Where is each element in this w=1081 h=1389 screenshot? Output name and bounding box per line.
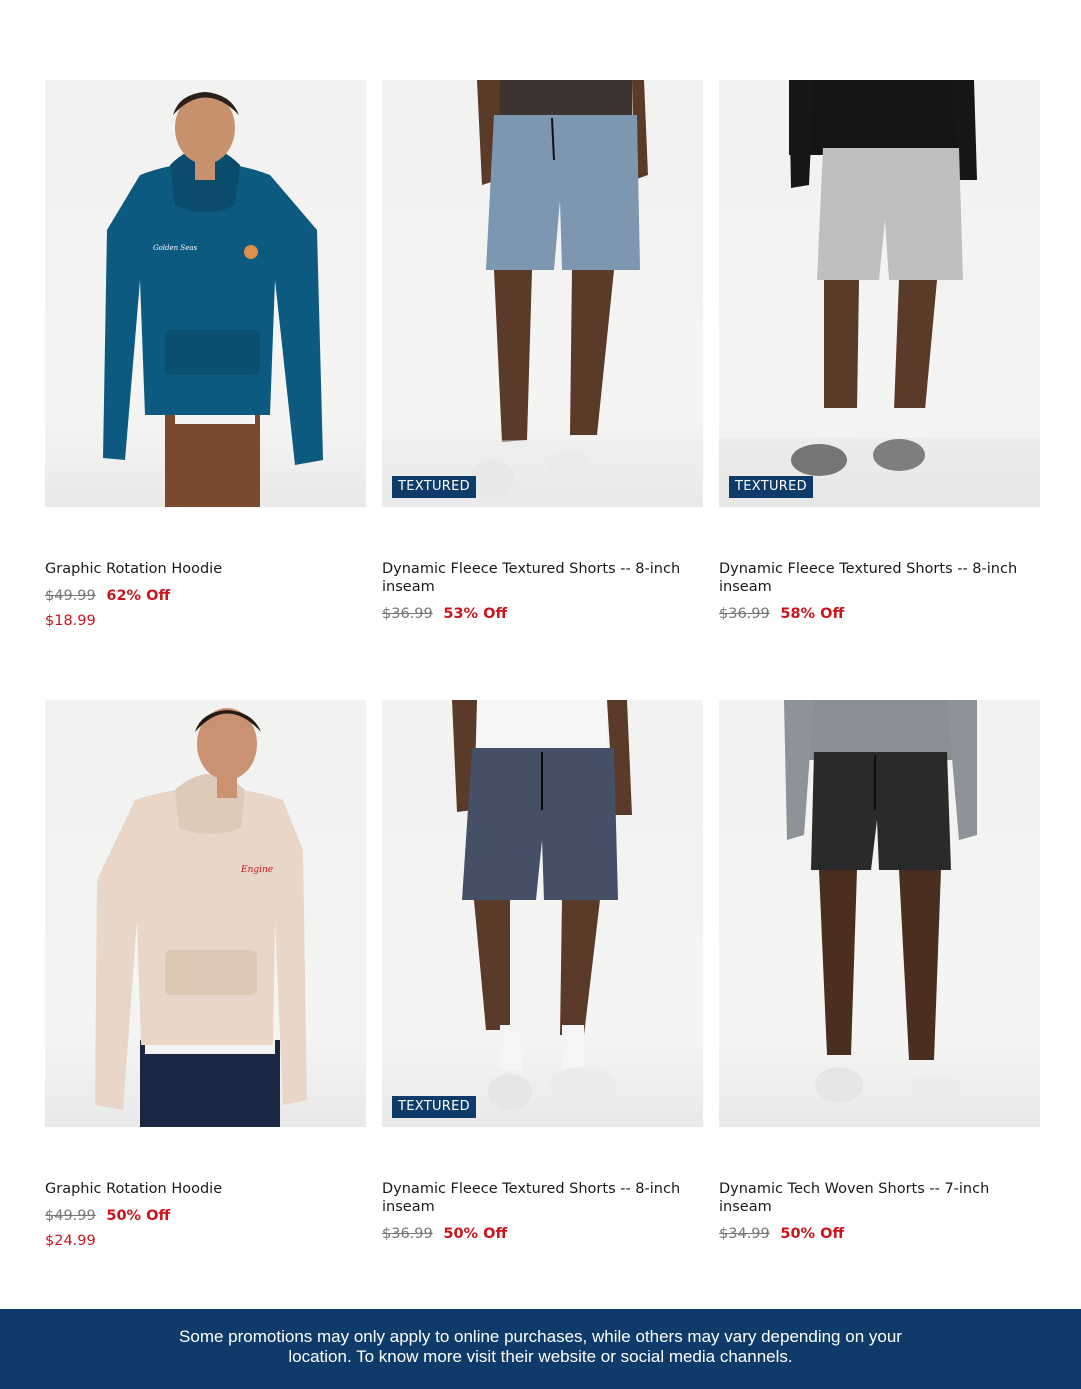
sale-price: $18.99: [45, 613, 96, 629]
product-card[interactable]: Dynamic Tech Woven Shorts -- 7-inch inse…: [719, 700, 1040, 1320]
original-price: $36.99: [719, 606, 770, 622]
price-row: $36.99 58% Off: [719, 605, 1040, 623]
textured-badge: TEXTURED: [392, 476, 476, 498]
discount-label: 50% Off: [106, 1208, 171, 1224]
product-image[interactable]: [719, 700, 1040, 1127]
discount-label: 50% Off: [780, 1226, 845, 1242]
product-card[interactable]: TEXTURED Dynamic Fleece Textured Shorts …: [382, 700, 703, 1320]
original-price: $36.99: [382, 1226, 433, 1242]
product-title[interactable]: Dynamic Fleece Textured Shorts -- 8-inch…: [382, 1180, 703, 1216]
product-image[interactable]: TEXTURED: [382, 80, 703, 507]
navy-shorts-photo: [452, 700, 632, 1110]
blue-hoodie-photo: Golden Seas: [103, 92, 323, 507]
price-row: $49.99 50% Off: [45, 1207, 366, 1225]
product-card[interactable]: TEXTURED Dynamic Fleece Textured Shorts …: [719, 80, 1040, 700]
discount-label: 62% Off: [106, 588, 171, 604]
product-image[interactable]: TEXTURED: [382, 700, 703, 1127]
product-card[interactable]: TEXTURED Dynamic Fleece Textured Shorts …: [382, 80, 703, 700]
product-image[interactable]: Golden Seas: [45, 80, 366, 507]
product-image[interactable]: TEXTURED: [719, 80, 1040, 507]
beige-hoodie-photo: Engine: [95, 708, 307, 1127]
product-card[interactable]: Engine Graphic Rotation Hoodie $49.99 50…: [45, 700, 366, 1320]
product-grid: Golden Seas Graphic Rotation Hoodie $49.…: [45, 80, 1040, 1320]
black-shorts-photo: [784, 700, 977, 1110]
price-row: $36.99 53% Off: [382, 605, 703, 623]
discount-label: 53% Off: [443, 606, 508, 622]
product-title[interactable]: Graphic Rotation Hoodie: [45, 1180, 366, 1198]
price-row: $49.99 62% Off: [45, 587, 366, 605]
discount-label: 50% Off: [443, 1226, 508, 1242]
heather-gray-shorts-photo: [719, 80, 1040, 507]
product-card[interactable]: Golden Seas Graphic Rotation Hoodie $49.…: [45, 80, 366, 700]
light-blue-shorts-photo: [382, 80, 703, 507]
svg-text:Golden Seas: Golden Seas: [153, 244, 198, 252]
promotion-disclaimer-banner: Some promotions may only apply to online…: [0, 1309, 1081, 1389]
original-price: $49.99: [45, 588, 96, 604]
original-price: $36.99: [382, 606, 433, 622]
price-row: $34.99 50% Off: [719, 1225, 1040, 1243]
discount-label: 58% Off: [780, 606, 845, 622]
original-price: $49.99: [45, 1208, 96, 1224]
textured-badge: TEXTURED: [729, 476, 813, 498]
product-title[interactable]: Graphic Rotation Hoodie: [45, 560, 366, 578]
product-title[interactable]: Dynamic Tech Woven Shorts -- 7-inch inse…: [719, 1180, 1040, 1216]
product-image[interactable]: Engine: [45, 700, 366, 1127]
product-title[interactable]: Dynamic Fleece Textured Shorts -- 8-inch…: [719, 560, 1040, 596]
textured-badge: TEXTURED: [392, 1096, 476, 1118]
disclaimer-line-2: location. To know more visit their websi…: [288, 1347, 793, 1366]
product-title[interactable]: Dynamic Fleece Textured Shorts -- 8-inch…: [382, 560, 703, 596]
svg-text:Engine: Engine: [240, 865, 273, 875]
price-row: $36.99 50% Off: [382, 1225, 703, 1243]
disclaimer-line-1: Some promotions may only apply to online…: [179, 1327, 902, 1346]
original-price: $34.99: [719, 1226, 770, 1242]
sale-price: $24.99: [45, 1233, 96, 1249]
